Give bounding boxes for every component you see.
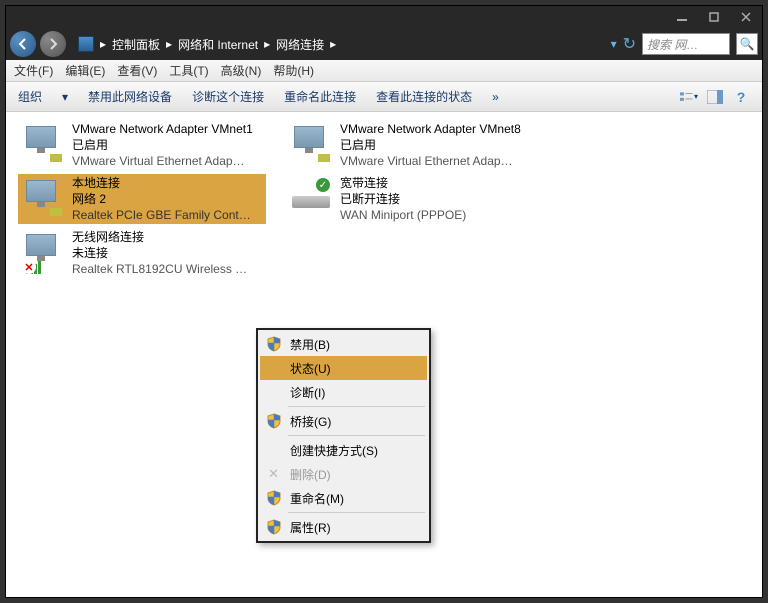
context-menu-item: ✕ 删除(D) <box>260 462 427 486</box>
connection-item[interactable]: 本地连接网络 2Realtek PCIe GBE Family Cont… <box>18 174 266 224</box>
context-menu: 禁用(B) 状态(U) 诊断(I) 桥接(G) 创建快捷方式(S) ✕ 删除(D) 重命名(M… <box>256 328 431 543</box>
connection-status: 已启用 <box>340 137 521 153</box>
close-button[interactable] <box>734 8 758 26</box>
nav-bar: ▸ 控制面板 ▸ 网络和 Internet ▸ 网络连接 ▸ ▾ ↻ 搜索 网…… <box>6 28 762 60</box>
connection-status: 已断开连接 <box>340 191 466 207</box>
shield-icon <box>266 413 282 429</box>
context-menu-item[interactable]: 诊断(I) <box>260 380 427 404</box>
connection-item[interactable]: ✓宽带连接已断开连接WAN Miniport (PPPOE) <box>286 174 534 224</box>
shield-icon <box>266 519 282 535</box>
menu-view[interactable]: 查看(V) <box>117 62 157 79</box>
diagnose-button[interactable]: 诊断这个连接 <box>192 88 264 105</box>
rename-button[interactable]: 重命名此连接 <box>284 88 356 105</box>
minimize-button[interactable] <box>670 8 694 26</box>
connection-text: 本地连接网络 2Realtek PCIe GBE Family Cont… <box>72 175 251 224</box>
menu-item-label: 属性(R) <box>290 519 331 536</box>
connection-status: 已启用 <box>72 137 253 153</box>
connection-name: VMware Network Adapter VMnet1 <box>72 121 253 137</box>
command-bar: 组织▾ 禁用此网络设备 诊断这个连接 重命名此连接 查看此连接的状态 » ▾ ? <box>6 82 762 112</box>
connection-item[interactable]: VMware Network Adapter VMnet1已启用VMware V… <box>18 120 266 170</box>
connection-text: 无线网络连接未连接Realtek RTL8192CU Wireless … <box>72 229 247 278</box>
menu-separator <box>288 435 425 436</box>
connection-name: 本地连接 <box>72 175 251 191</box>
connection-text: 宽带连接已断开连接WAN Miniport (PPPOE) <box>340 175 466 224</box>
help-icon[interactable]: ? <box>732 89 750 105</box>
chevron-right-icon: ▸ <box>166 37 172 51</box>
context-menu-item[interactable]: 状态(U) <box>260 356 427 380</box>
menu-separator <box>288 512 425 513</box>
connection-status: 网络 2 <box>72 191 251 207</box>
disable-device-button[interactable]: 禁用此网络设备 <box>88 88 172 105</box>
connection-icon <box>22 178 66 220</box>
titlebar <box>6 6 762 28</box>
content-area: VMware Network Adapter VMnet1已启用VMware V… <box>6 112 762 597</box>
chevron-down-icon[interactable]: ▾ <box>611 37 617 51</box>
delete-icon: ✕ <box>268 466 279 482</box>
menu-item-label: 禁用(B) <box>290 336 330 353</box>
connection-icon: ✓ <box>290 178 334 220</box>
search-placeholder: 搜索 网… <box>647 36 698 53</box>
menu-bar: 文件(F) 编辑(E) 查看(V) 工具(T) 高级(N) 帮助(H) <box>6 60 762 82</box>
watermark-text: 系统之家 <box>702 566 754 583</box>
search-input[interactable]: 搜索 网… <box>642 33 730 55</box>
menu-help[interactable]: 帮助(H) <box>273 62 314 79</box>
context-menu-item[interactable]: 重命名(M) <box>260 486 427 510</box>
connection-text: VMware Network Adapter VMnet8已启用VMware V… <box>340 121 521 170</box>
preview-pane-icon[interactable] <box>706 89 724 105</box>
chevron-right-icon: ▸ <box>264 37 270 51</box>
context-menu-item[interactable]: 桥接(G) <box>260 409 427 433</box>
nav-forward-button[interactable] <box>40 31 66 57</box>
view-options-icon[interactable]: ▾ <box>680 89 698 105</box>
connection-item[interactable]: VMware Network Adapter VMnet8已启用VMware V… <box>286 120 534 170</box>
connection-device: Realtek PCIe GBE Family Cont… <box>72 207 251 223</box>
control-panel-icon <box>78 36 94 52</box>
search-button[interactable]: 🔍 <box>736 33 758 55</box>
menu-edit[interactable]: 编辑(E) <box>65 62 105 79</box>
menu-item-label: 创建快捷方式(S) <box>290 442 378 459</box>
connection-text: VMware Network Adapter VMnet1已启用VMware V… <box>72 121 253 170</box>
connection-icon <box>290 124 334 166</box>
context-menu-item[interactable]: 禁用(B) <box>260 332 427 356</box>
more-button[interactable]: » <box>492 90 499 104</box>
chevron-right-icon: ▸ <box>330 37 336 51</box>
context-menu-item[interactable]: 属性(R) <box>260 515 427 539</box>
menu-advanced[interactable]: 高级(N) <box>221 62 262 79</box>
refresh-icon[interactable]: ↻ <box>623 34 636 54</box>
menu-item-label: 删除(D) <box>290 466 331 483</box>
menu-item-label: 重命名(M) <box>290 490 344 507</box>
breadcrumb[interactable]: ▸ 控制面板 ▸ 网络和 Internet ▸ 网络连接 ▸ <box>70 36 607 53</box>
menu-separator <box>288 406 425 407</box>
organize-button[interactable]: 组织 <box>18 88 42 105</box>
connection-name: VMware Network Adapter VMnet8 <box>340 121 521 137</box>
menu-item-label: 诊断(I) <box>290 384 325 401</box>
menu-item-label: 状态(U) <box>290 360 331 377</box>
menu-file[interactable]: 文件(F) <box>14 62 53 79</box>
connection-device: VMware Virtual Ethernet Adap… <box>72 153 253 169</box>
watermark: 系统之家 <box>660 559 754 589</box>
connection-name: 无线网络连接 <box>72 229 247 245</box>
connection-list: VMware Network Adapter VMnet1已启用VMware V… <box>18 120 750 278</box>
shield-icon <box>266 336 282 352</box>
nav-back-button[interactable] <box>10 31 36 57</box>
menu-tools[interactable]: 工具(T) <box>169 62 208 79</box>
connection-icon: ✕ <box>22 232 66 274</box>
connection-icon <box>22 124 66 166</box>
view-status-button[interactable]: 查看此连接的状态 <box>376 88 472 105</box>
connection-device: VMware Virtual Ethernet Adap… <box>340 153 521 169</box>
watermark-logo-icon <box>660 559 696 589</box>
explorer-window: ▸ 控制面板 ▸ 网络和 Internet ▸ 网络连接 ▸ ▾ ↻ 搜索 网…… <box>5 5 763 598</box>
connection-item[interactable]: ✕无线网络连接未连接Realtek RTL8192CU Wireless … <box>18 228 266 278</box>
connection-status: 未连接 <box>72 245 247 261</box>
chevron-right-icon: ▸ <box>100 37 106 51</box>
breadcrumb-item[interactable]: 控制面板 <box>112 36 160 53</box>
context-menu-item[interactable]: 创建快捷方式(S) <box>260 438 427 462</box>
breadcrumb-item[interactable]: 网络连接 <box>276 36 324 53</box>
menu-item-label: 桥接(G) <box>290 413 331 430</box>
connection-device: Realtek RTL8192CU Wireless … <box>72 261 247 277</box>
connection-name: 宽带连接 <box>340 175 466 191</box>
maximize-button[interactable] <box>702 8 726 26</box>
connection-device: WAN Miniport (PPPOE) <box>340 207 466 223</box>
breadcrumb-item[interactable]: 网络和 Internet <box>178 36 258 53</box>
shield-icon <box>266 490 282 506</box>
